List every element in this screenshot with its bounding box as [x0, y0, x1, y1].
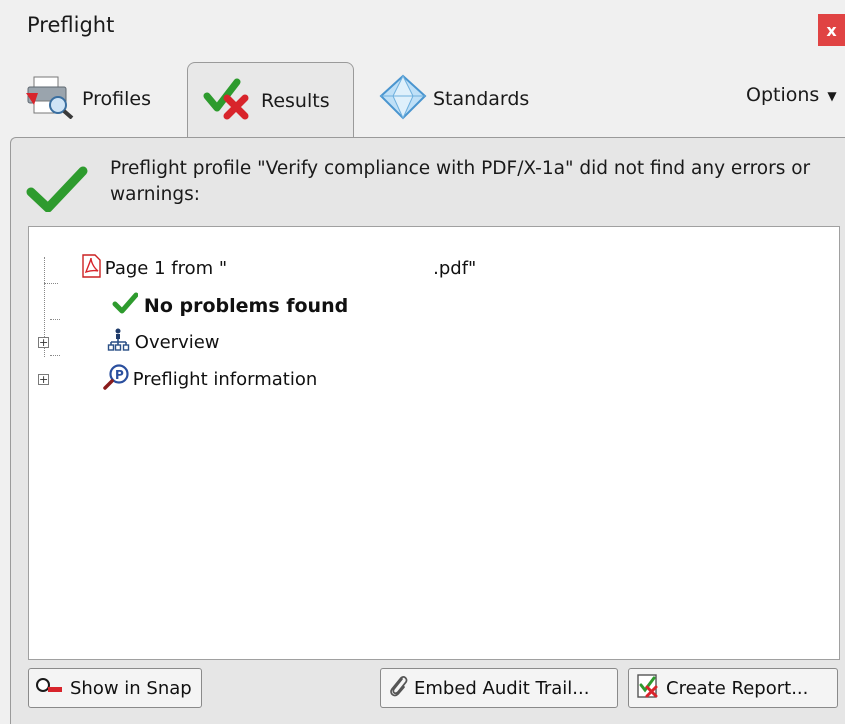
summary-message: Preflight profile "Verify compliance wit… — [110, 158, 811, 205]
tab-results[interactable]: Results — [187, 62, 354, 138]
results-check-cross-icon — [203, 76, 257, 125]
expand-plus-icon[interactable]: + — [38, 374, 49, 385]
options-menu[interactable]: Options ▼ — [746, 84, 837, 106]
standards-diamond-icon — [377, 74, 429, 125]
tab-label: Standards — [433, 88, 530, 110]
svg-text:P: P — [115, 368, 124, 382]
results-tree[interactable]: Page 1 from " .pdf" No problems found + — [28, 226, 840, 660]
embed-audit-trail-button[interactable]: Embed Audit Trail... — [380, 668, 618, 708]
profiles-printer-icon — [24, 75, 78, 124]
close-button[interactable]: x — [818, 14, 845, 46]
tree-node-label: Preflight information — [132, 369, 318, 390]
chevron-down-icon: ▼ — [827, 88, 837, 103]
title-bar: Preflight x — [0, 0, 845, 58]
success-checkmark-icon — [26, 166, 88, 216]
window-title: Preflight — [27, 13, 115, 37]
create-report-button[interactable]: Create Report... — [628, 668, 838, 708]
report-icon — [635, 673, 661, 704]
button-label: Show in Snap — [70, 677, 192, 699]
paperclip-icon — [387, 673, 409, 704]
options-label: Options — [746, 84, 820, 106]
tree-node-preflight-information[interactable]: + P Preflight information — [38, 343, 317, 416]
tab-label: Profiles — [82, 88, 151, 110]
tab-strip: Profiles Results Standards Options ▼ — [0, 60, 845, 138]
summary-section: Preflight profile "Verify compliance wit… — [26, 156, 836, 216]
magnifier-p-icon: P — [57, 343, 131, 416]
tab-profiles[interactable]: Profiles — [24, 70, 151, 128]
show-in-snap-button[interactable]: Show in Snap — [28, 668, 202, 708]
button-label: Embed Audit Trail... — [414, 677, 590, 699]
button-label: Create Report... — [666, 677, 809, 699]
tab-label: Results — [261, 89, 330, 112]
snap-magnifier-icon — [35, 677, 65, 700]
results-panel: Preflight profile "Verify compliance wit… — [10, 137, 845, 724]
tab-standards[interactable]: Standards — [377, 70, 529, 128]
